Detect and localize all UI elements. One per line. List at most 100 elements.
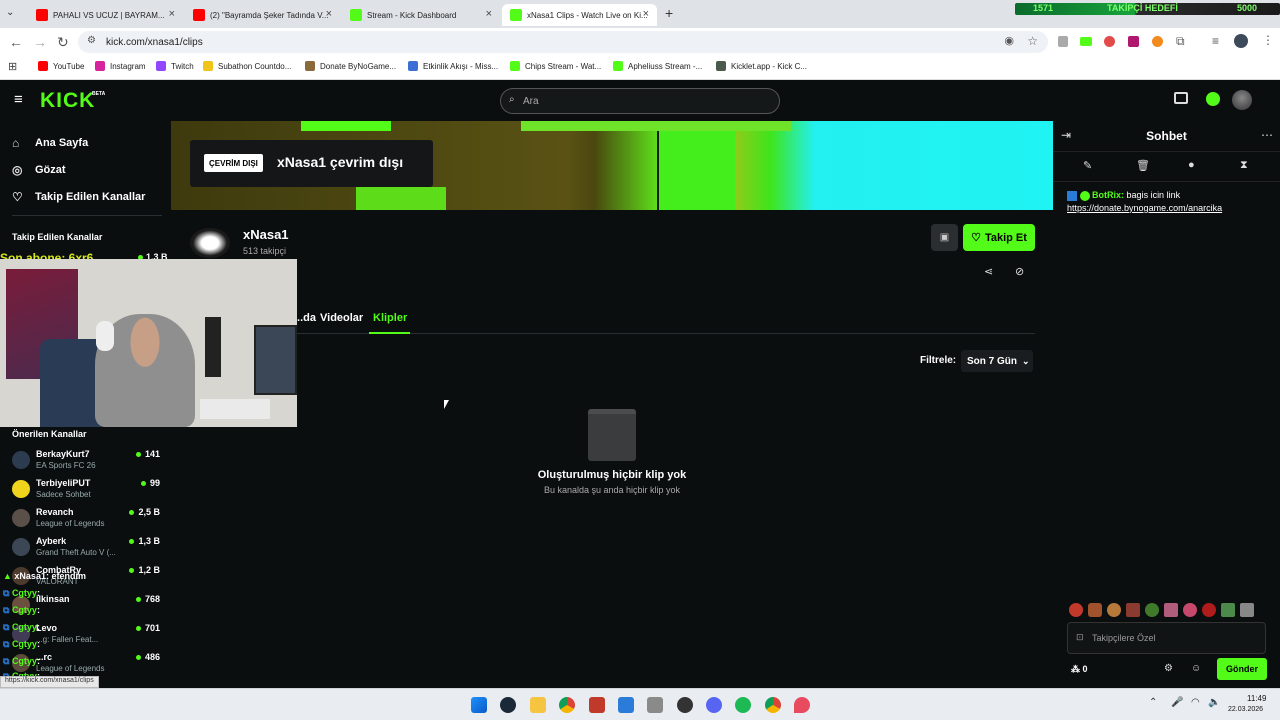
- message-link[interactable]: https://donate.bynogame.com/anarcika: [1067, 203, 1272, 213]
- reading-list-icon[interactable]: ≡: [1212, 34, 1219, 48]
- recommended-channel[interactable]: Revanch League of Legends 2,5 B: [12, 507, 162, 535]
- file-explorer-icon[interactable]: [530, 697, 546, 713]
- message-username[interactable]: BotRix:: [1092, 190, 1124, 200]
- close-icon[interactable]: ×: [169, 8, 175, 20]
- maps-pin-icon[interactable]: [794, 697, 810, 713]
- bookmark-subathon[interactable]: Subathon Countdo...: [203, 61, 291, 71]
- browser-menu-icon[interactable]: ⋮: [1262, 33, 1274, 47]
- microphone-icon[interactable]: 🎤: [1171, 697, 1183, 708]
- site-info-icon[interactable]: ⚙: [87, 35, 96, 46]
- new-tab-button[interactable]: +: [665, 5, 673, 21]
- bookmark-apheliuss[interactable]: Apheliuss Stream -...: [613, 61, 702, 71]
- send-button[interactable]: Gönder: [1217, 658, 1267, 680]
- nav-home[interactable]: ⌂ Ana Sayfa: [12, 136, 88, 150]
- tray-chevron-icon[interactable]: ⌃: [1149, 697, 1157, 708]
- nav-following[interactable]: ♡ Takip Edilen Kanallar: [12, 190, 145, 204]
- emote-icon[interactable]: [1126, 603, 1140, 617]
- bookmark-youtube[interactable]: YouTube: [38, 61, 84, 71]
- bookmark-twitch[interactable]: Twitch: [156, 61, 194, 71]
- gift-sub-button[interactable]: ▣: [931, 224, 958, 251]
- profile-avatar[interactable]: [1234, 34, 1248, 48]
- emote-picker-icon[interactable]: ☺: [1191, 663, 1201, 674]
- emote-icon[interactable]: [1240, 603, 1254, 617]
- viewer-count-value: 768: [144, 594, 160, 604]
- bookmark-kicklet[interactable]: Kicklet.app - Kick C...: [716, 61, 807, 71]
- extension-icon-2[interactable]: [1080, 37, 1092, 46]
- clock-time[interactable]: 11:49: [1247, 694, 1266, 703]
- recommended-channel[interactable]: TerbiyeliPUT Sadece Sohbet 99: [12, 478, 162, 506]
- emote-icon[interactable]: [1221, 603, 1235, 617]
- browser-tab-1[interactable]: PAHALI VS UCUZ | BAYRAM... ×: [28, 4, 183, 26]
- emote-icon[interactable]: [1164, 603, 1178, 617]
- bookmark-chips[interactable]: Chips Stream - Wat...: [510, 61, 601, 71]
- share-icon[interactable]: ⋖: [984, 265, 993, 278]
- emote-icon[interactable]: [1202, 603, 1216, 617]
- start-icon[interactable]: [471, 697, 487, 713]
- recommended-channel[interactable]: BerkayKurt7 EA Sports FC 26 141: [12, 449, 162, 477]
- channel-avatar[interactable]: [190, 228, 230, 258]
- stream-dashboard-icon[interactable]: [1174, 92, 1188, 104]
- url-input[interactable]: ⚙ kick.com/xnasa1/clips ☆ ◉: [78, 31, 1048, 53]
- volume-icon[interactable]: 🔈: [1208, 697, 1220, 708]
- close-icon[interactable]: ×: [326, 8, 332, 20]
- live-dot: [129, 510, 135, 516]
- more-options-icon[interactable]: ⋯: [1261, 128, 1273, 142]
- hamburger-menu-icon[interactable]: ≡: [14, 91, 23, 108]
- emote-icon[interactable]: [1107, 603, 1121, 617]
- channel-points[interactable]: ⁂ 0: [1071, 664, 1088, 675]
- extension-icon-4[interactable]: [1128, 36, 1139, 47]
- browser-tab-2[interactable]: (2) "Bayramda Şeker Tadında V... ×: [185, 4, 340, 26]
- trash-icon[interactable]: 🗑: [1136, 159, 1150, 172]
- chat-input[interactable]: ⊡ Takipçilere Özel: [1067, 622, 1266, 654]
- bookmark-etkinlik[interactable]: Etkinlik Akışı - Miss...: [408, 61, 498, 71]
- follow-button[interactable]: ♡ Takip Et: [963, 224, 1035, 251]
- chrome-icon[interactable]: [559, 697, 575, 713]
- tab-search-button[interactable]: ⌄: [6, 7, 14, 18]
- recommended-channel[interactable]: Ayberk Grand Theft Auto V (... 1,3 B: [12, 536, 162, 564]
- chrome-icon[interactable]: [765, 697, 781, 713]
- emote-icon[interactable]: [1069, 603, 1083, 617]
- tab-videos[interactable]: Videolar: [320, 312, 363, 324]
- nav-browse[interactable]: ◎ Gözat: [12, 163, 66, 177]
- app-icon[interactable]: [618, 697, 634, 713]
- search-input[interactable]: ⌕ Ara: [500, 88, 780, 114]
- steam-icon[interactable]: [500, 697, 516, 713]
- chat-bubble-icon[interactable]: ●: [1188, 159, 1195, 171]
- emote-icon[interactable]: [1145, 603, 1159, 617]
- user-avatar[interactable]: [1232, 90, 1252, 110]
- obs-icon[interactable]: [677, 697, 693, 713]
- tab-about[interactable]: ...da: [294, 312, 316, 324]
- filter-dropdown[interactable]: Son 7 Gün ⌄: [961, 350, 1033, 372]
- emote-icon[interactable]: [1088, 603, 1102, 617]
- eye-off-icon[interactable]: ◉: [1004, 34, 1014, 47]
- pin-icon[interactable]: ✎: [1083, 159, 1092, 172]
- extension-icon-5[interactable]: [1152, 36, 1163, 47]
- extension-icon-1[interactable]: [1058, 36, 1068, 47]
- settings-icon[interactable]: ⚙: [1164, 663, 1173, 674]
- app-icon[interactable]: [589, 697, 605, 713]
- close-icon[interactable]: ×: [486, 8, 492, 20]
- bookmark-star-icon[interactable]: ☆: [1027, 34, 1038, 48]
- reload-icon[interactable]: ↻: [57, 34, 69, 51]
- close-icon[interactable]: ×: [643, 8, 649, 20]
- bookmark-instagram[interactable]: Instagram: [95, 61, 146, 71]
- forward-icon[interactable]: →: [33, 34, 47, 50]
- extension-icon-3[interactable]: [1104, 36, 1115, 47]
- app-icon[interactable]: [647, 697, 663, 713]
- apps-grid-icon[interactable]: ⊞: [8, 60, 17, 73]
- emote-icon[interactable]: [1183, 603, 1197, 617]
- hide-icon[interactable]: ⊘: [1015, 265, 1024, 278]
- discord-icon[interactable]: [706, 697, 722, 713]
- kick-logo[interactable]: KICK: [40, 89, 95, 113]
- clock-date[interactable]: 22.03.2026: [1228, 706, 1263, 713]
- hourglass-icon[interactable]: ⧗: [1240, 159, 1248, 172]
- browser-tab-4[interactable]: xNasa1 Clips - Watch Live on Ki... ×: [502, 4, 657, 26]
- extensions-puzzle-icon[interactable]: ⧉: [1176, 34, 1185, 49]
- tab-clips[interactable]: Klipler: [373, 312, 407, 324]
- back-icon[interactable]: ←: [9, 34, 23, 50]
- bookmark-donate[interactable]: Donate ByNoGame...: [305, 61, 396, 71]
- browser-tab-3[interactable]: Stream - Kick Dashboard ×: [342, 4, 500, 26]
- spotify-icon[interactable]: [735, 697, 751, 713]
- wifi-icon[interactable]: ◠: [1191, 697, 1200, 708]
- kick-coin-icon[interactable]: [1206, 92, 1220, 106]
